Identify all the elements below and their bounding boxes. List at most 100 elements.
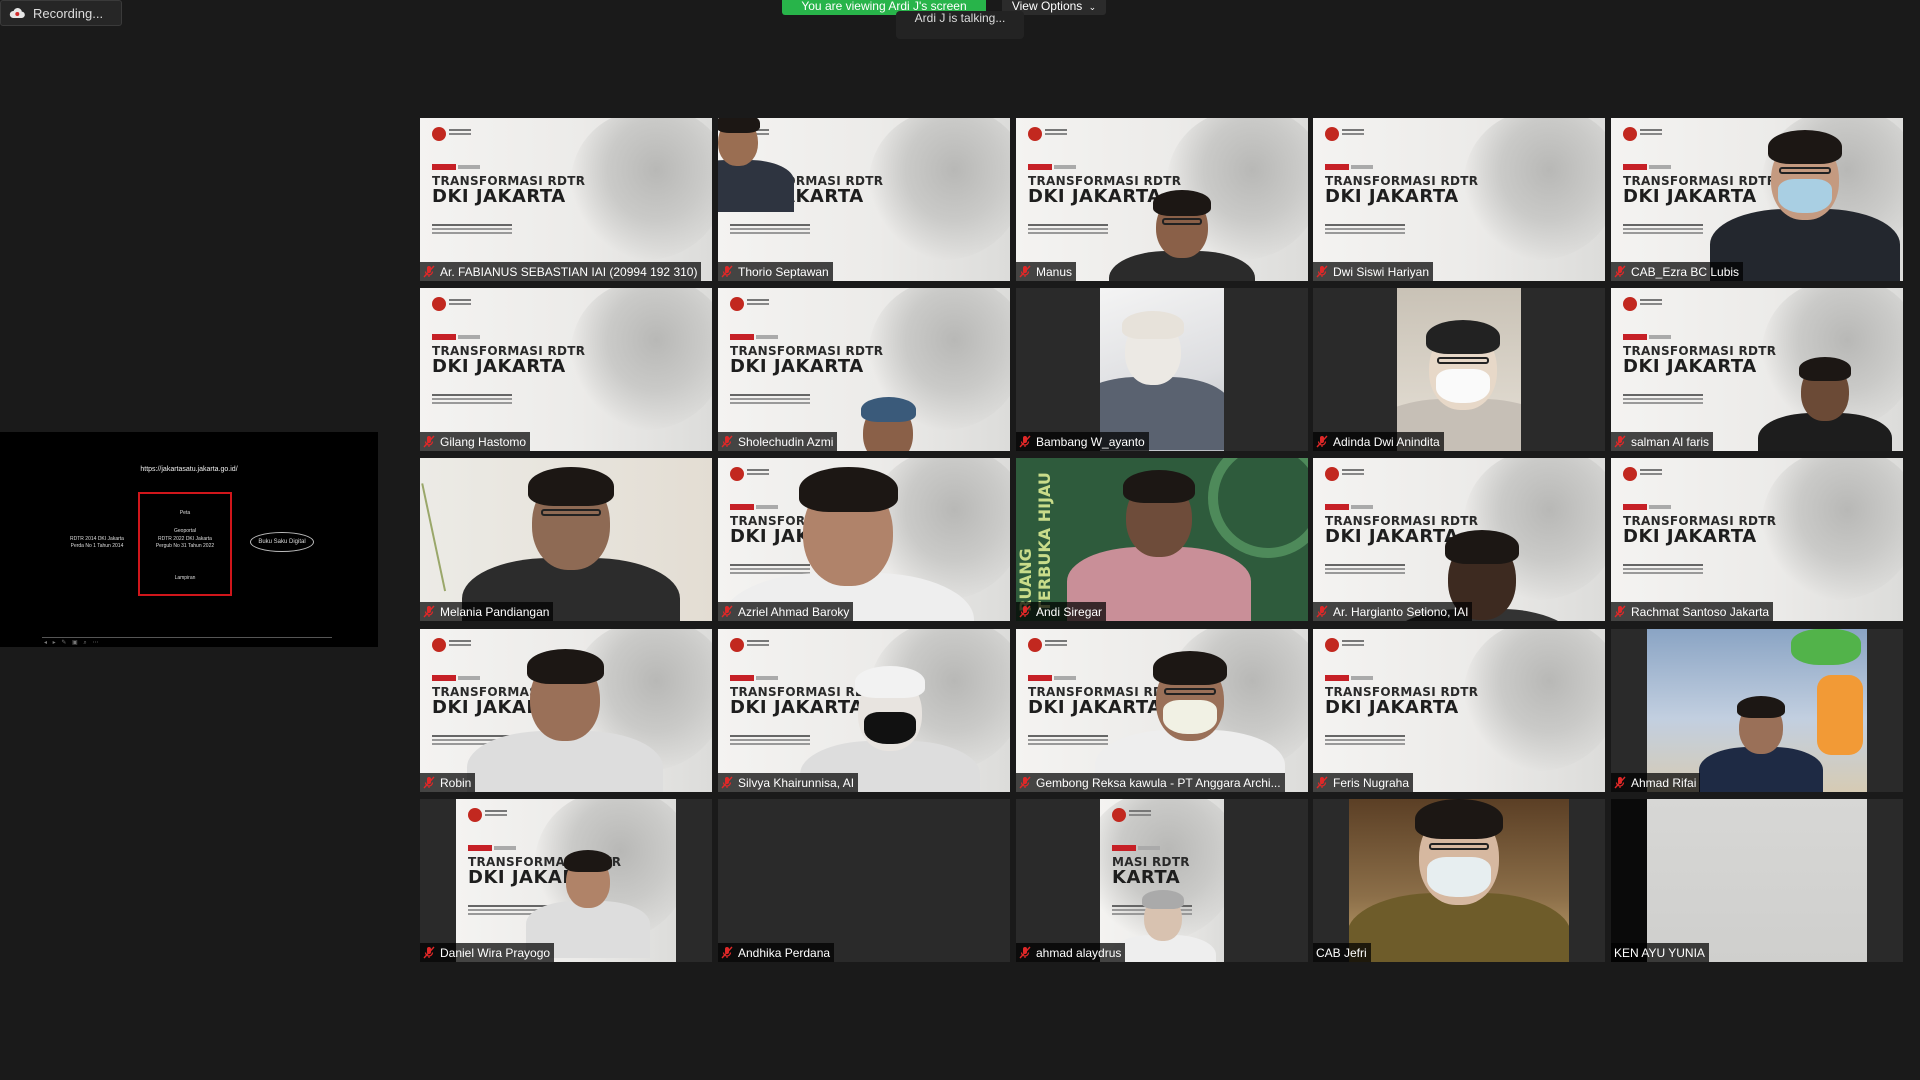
slide-info-lines [1325, 564, 1405, 566]
participant-tile[interactable]: TRANSFORMASI RDTR DKI JAKARTA Thorio Sep… [718, 118, 1010, 281]
slide-info-lines [1623, 394, 1703, 396]
participant-name: Andi Siregar [1036, 604, 1103, 619]
participant-name: Melania Pandiangan [440, 604, 550, 619]
chevron-down-icon: ⌄ [1088, 2, 1097, 12]
participant-tile[interactable]: Adinda Dwi Anindita [1313, 288, 1605, 451]
participant-tile[interactable]: Bambang W_ayanto [1016, 288, 1308, 451]
participant-tile[interactable]: KEN AYU YUNIA [1611, 799, 1903, 962]
participant-tile[interactable]: TRANSFORMASI RDTR DKI JAKARTA salman Al … [1611, 288, 1903, 451]
slide-badge [730, 504, 754, 510]
slide-title-line2: KARTA [1112, 867, 1181, 888]
node-buku-saku: Buku Saku Digital [250, 532, 314, 552]
participant-tile[interactable]: TRANSFORMASI RDTR DKI JAKARTA Robin [420, 629, 712, 792]
node-rdtr-2014-sub: Perda No 1 Tahun 2014 [70, 543, 124, 549]
participant-tile[interactable]: TRANSFORMASI RDTR DKI JAKARTA Rachmat Sa… [1611, 458, 1903, 621]
participant-tile[interactable]: RUANG TERBUKA HIJAU Andi Siregar [1016, 458, 1308, 621]
participant-tile[interactable]: TRANSFORMASI RDTR DKI JAKARTA Gilang Has… [420, 288, 712, 451]
logo-text-lines [449, 640, 471, 642]
participant-name: Adinda Dwi Anindita [1333, 434, 1440, 449]
microphone-muted-icon [1019, 605, 1031, 618]
participant-tile[interactable]: Ahmad Rifai [1611, 629, 1903, 792]
logo-text-lines [1640, 299, 1662, 301]
slide-badge [1028, 675, 1052, 681]
slide-title-line2: DKI JAKARTA [730, 356, 864, 377]
slide-badge [1325, 504, 1349, 510]
slide-info-lines [1325, 735, 1405, 737]
participant-name-tag: ahmad alaydrus [1016, 943, 1126, 962]
participant-video [1100, 288, 1224, 451]
participant-name: Dwi Siswi Hariyan [1333, 264, 1430, 279]
slide-info-lines [1325, 224, 1405, 226]
slide-info-lines [730, 735, 810, 737]
slide-badge-label [756, 676, 778, 680]
participant-name-tag: Robin [420, 773, 476, 792]
participant-tile[interactable]: TRANSFORMASI RDTR DKI JAKARTA Daniel Wir… [420, 799, 712, 962]
participant-tile[interactable]: MASI RDTR KARTA ahmad alaydrus [1016, 799, 1308, 962]
participant-name: Gembong Reksa kawula - PT Anggara Archi.… [1036, 775, 1281, 790]
logo-text-lines [747, 299, 769, 301]
participant-name: Robin [440, 775, 472, 790]
participant-tile[interactable]: Andhika Perdana [718, 799, 1010, 962]
participant-tile[interactable]: TRANSFORMASI RDTR DKI JAKARTA Sholechudi… [718, 288, 1010, 451]
logo-text-lines [1342, 640, 1364, 642]
logo-text-lines [747, 640, 769, 642]
presentation-slide: TRANSFORMASI RDTR DKI JAKARTA [420, 288, 712, 451]
participant-name-tag: CAB_Ezra BC Lubis [1611, 262, 1744, 281]
orange-chair [1817, 675, 1863, 755]
participant-name-tag: CAB Jefri [1313, 943, 1371, 962]
participant-tile[interactable]: TRANSFORMASI RDTR DKI JAKARTA Ar. Hargia… [1313, 458, 1605, 621]
logo-text-lines [1640, 469, 1662, 471]
slide-badge-label [1351, 505, 1373, 509]
active-speaker-indicator: Ardi J is talking... [896, 11, 1024, 39]
logo-icon [1112, 808, 1126, 822]
microphone-muted-icon [423, 265, 435, 278]
participant-tile[interactable]: TRANSFORMASI RDTR DKI JAKARTA Silvya Kha… [718, 629, 1010, 792]
logo-text-lines [1129, 810, 1151, 812]
logo-text-lines [449, 129, 471, 131]
slide-info-lines [468, 905, 548, 907]
map-graphic [571, 118, 712, 260]
participant-tile[interactable]: TRANSFORMASI RDTR DKI JAKARTA Gembong Re… [1016, 629, 1308, 792]
logo-icon [1623, 467, 1637, 481]
microphone-muted-icon [1614, 605, 1626, 618]
logo-icon [1325, 638, 1339, 652]
participant-tile[interactable]: Melania Pandiangan [420, 458, 712, 621]
map-graphic [571, 288, 712, 430]
slide-info-lines [432, 224, 512, 226]
recording-indicator[interactable]: Recording... [0, 0, 122, 26]
circle-decoration [1208, 458, 1308, 558]
node-peta: Peta [179, 510, 191, 516]
map-graphic [1762, 458, 1903, 600]
slide-badge-label [458, 676, 480, 680]
participant-name: Ar. Hargianto Setiono, IAI [1333, 604, 1469, 619]
slide-info-lines [730, 394, 810, 396]
presentation-slide: TRANSFORMASI RDTR DKI JAKARTA [420, 118, 712, 281]
slide-badge [432, 334, 456, 340]
slide-badge-label [1351, 676, 1373, 680]
slide-toolbar-icons: ◂ ▸ ✎ ▣ ⌕ ⋯ [44, 640, 101, 646]
participant-name: Rachmat Santoso Jakarta [1631, 604, 1770, 619]
slide-title-line2: DKI JAKARTA [1623, 186, 1757, 207]
participant-name: salman Al faris [1631, 434, 1710, 449]
participant-tile[interactable]: TRANSFORMASI RDTR DKI JAKARTA Ar. FABIAN… [420, 118, 712, 281]
slide-badge-label [458, 165, 480, 169]
slide-badge-label [1054, 676, 1076, 680]
slide-info-lines [730, 224, 810, 226]
slide-badge-label [1351, 165, 1373, 169]
microphone-muted-icon [423, 435, 435, 448]
slide-info-lines [730, 564, 810, 566]
logo-text-lines [1342, 469, 1364, 471]
participant-tile[interactable]: TRANSFORMASI RDTR DKI JAKARTA Manus [1016, 118, 1308, 281]
cloud-record-icon [9, 7, 25, 19]
participant-tile[interactable]: TRANSFORMASI RDTR DKI JAKARTA Dwi Siswi … [1313, 118, 1605, 281]
slide-info-lines [1028, 735, 1108, 737]
participant-tile[interactable]: TRANSFORMASI RDTR DKI JAKARTA CAB_Ezra B… [1611, 118, 1903, 281]
slide-info-lines [1623, 564, 1703, 566]
slide-badge [730, 334, 754, 340]
slide-badge [1623, 334, 1647, 340]
participant-name-tag: Feris Nugraha [1313, 773, 1414, 792]
participant-tile[interactable]: TRANSFORMASI RDTR DKI JAKARTA Feris Nugr… [1313, 629, 1605, 792]
participant-tile[interactable]: TRANSFORMASI RDTR DKI JAKARTA Azriel Ahm… [718, 458, 1010, 621]
shared-screen-thumbnail[interactable]: https://jakartasatu.jakarta.go.id/ Peta … [0, 432, 378, 647]
participant-tile[interactable]: CAB Jefri [1313, 799, 1605, 962]
